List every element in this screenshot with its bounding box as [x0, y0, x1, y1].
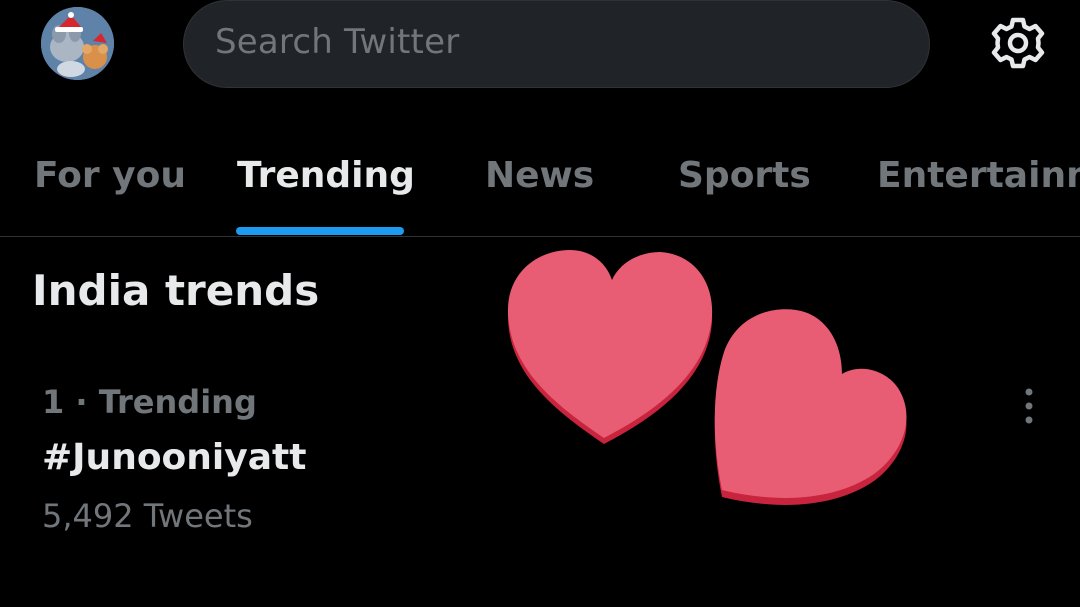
more-vertical-icon — [1025, 388, 1033, 424]
gear-icon — [991, 17, 1045, 69]
hearts-sticker — [490, 240, 930, 520]
explore-tabs: For you Trending News Sports Entertainme… — [0, 140, 1080, 237]
search-input[interactable]: Search Twitter — [183, 0, 930, 88]
cartoon-avatar-icon — [41, 7, 114, 80]
tab-news[interactable]: News — [485, 155, 594, 196]
explore-screen: Search Twitter For you Trending News Spo… — [0, 0, 1080, 607]
trend-more-button[interactable] — [1014, 384, 1044, 428]
active-tab-indicator — [236, 227, 404, 235]
tabs-divider — [0, 236, 1080, 237]
trend-meta: 1 · Trending — [42, 383, 257, 421]
section-title: India trends — [32, 266, 320, 315]
search-placeholder: Search Twitter — [215, 22, 460, 62]
tab-entertainment[interactable]: Entertainment — [877, 155, 1080, 196]
tab-trending[interactable]: Trending — [237, 155, 415, 196]
two-hearts-icon — [508, 250, 907, 505]
profile-avatar[interactable] — [41, 7, 114, 80]
tab-sports[interactable]: Sports — [678, 155, 811, 196]
trend-name: #Junooniyatt — [42, 437, 307, 478]
tab-for-you[interactable]: For you — [34, 155, 186, 196]
trend-tweet-count: 5,492 Tweets — [42, 497, 253, 535]
settings-button[interactable] — [990, 15, 1046, 71]
